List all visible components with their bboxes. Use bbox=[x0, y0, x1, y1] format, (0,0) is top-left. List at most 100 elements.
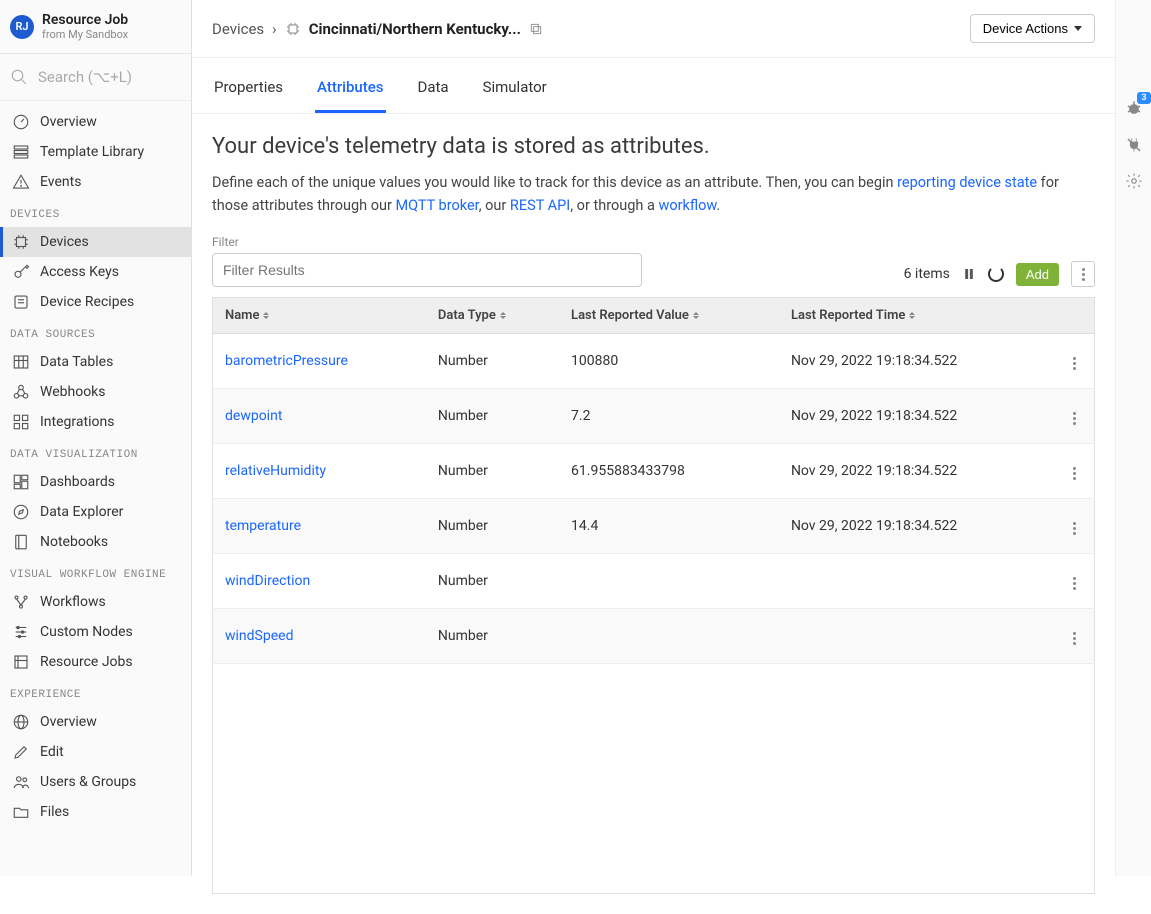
tab-attributes[interactable]: Attributes bbox=[315, 58, 385, 113]
notebook-icon bbox=[12, 533, 30, 551]
gear-icon[interactable] bbox=[1125, 172, 1143, 190]
attribute-name-link[interactable]: relativeHumidity bbox=[225, 463, 326, 479]
row-menu-button[interactable] bbox=[1069, 408, 1080, 429]
link-rest-api[interactable]: REST API bbox=[510, 197, 570, 214]
sidebar-item-integrations[interactable]: Integrations bbox=[0, 407, 191, 437]
link-workflow[interactable]: workflow bbox=[658, 197, 716, 214]
sidebar-item-label: Dashboards bbox=[40, 474, 115, 490]
link-reporting-state[interactable]: reporting device state bbox=[897, 174, 1037, 191]
col-name[interactable]: Name bbox=[213, 298, 426, 334]
edit-icon bbox=[12, 743, 30, 761]
link-mqtt-broker[interactable]: MQTT broker bbox=[396, 197, 479, 214]
cell-last-time: Nov 29, 2022 19:18:34.522 bbox=[779, 389, 1055, 444]
globe-icon bbox=[12, 713, 30, 731]
attribute-name-link[interactable]: barometricPressure bbox=[225, 353, 348, 369]
row-menu-button[interactable] bbox=[1069, 628, 1080, 649]
sidebar-item-notebooks[interactable]: Notebooks bbox=[0, 527, 191, 557]
dots-vertical-icon bbox=[1078, 264, 1089, 285]
sidebar-item-exp-edit[interactable]: Edit bbox=[0, 737, 191, 767]
tab-simulator[interactable]: Simulator bbox=[481, 58, 549, 113]
sidebar-item-label: Notebooks bbox=[40, 534, 108, 550]
section-devices: DEVICES bbox=[0, 197, 191, 227]
cell-data-type: Number bbox=[426, 444, 559, 499]
cell-last-time bbox=[779, 554, 1055, 609]
chevron-down-icon bbox=[1074, 26, 1082, 31]
attribute-name-link[interactable]: dewpoint bbox=[225, 408, 282, 424]
cell-data-type: Number bbox=[426, 334, 559, 389]
search-bar[interactable]: Search (⌥+L) bbox=[0, 54, 191, 101]
sidebar-item-template-library[interactable]: Template Library bbox=[0, 137, 191, 167]
col-label: Name bbox=[225, 308, 259, 323]
sidebar-item-data-tables[interactable]: Data Tables bbox=[0, 347, 191, 377]
tabs: Properties Attributes Data Simulator bbox=[192, 58, 1115, 114]
breadcrumb: Devices › Cincinnati/Northern Kentucky..… bbox=[212, 20, 543, 38]
table-icon bbox=[12, 353, 30, 371]
sidebar-item-files[interactable]: Files bbox=[0, 797, 191, 827]
sidebar-item-label: Workflows bbox=[40, 594, 106, 610]
attributes-table: Name Data Type Last Reported Value Last … bbox=[212, 297, 1095, 664]
plug-off-icon[interactable] bbox=[1125, 136, 1143, 154]
sidebar-item-label: Access Keys bbox=[40, 264, 119, 280]
copy-icon[interactable] bbox=[529, 22, 543, 36]
tab-properties[interactable]: Properties bbox=[212, 58, 285, 113]
sidebar-item-label: Devices bbox=[40, 234, 89, 250]
sidebar-item-data-explorer[interactable]: Data Explorer bbox=[0, 497, 191, 527]
add-button[interactable]: Add bbox=[1016, 263, 1059, 286]
sidebar-item-label: Overview bbox=[40, 114, 97, 130]
table-row: dewpointNumber7.2Nov 29, 2022 19:18:34.5… bbox=[213, 389, 1095, 444]
nodes-icon bbox=[12, 623, 30, 641]
cell-last-value bbox=[559, 554, 779, 609]
row-menu-button[interactable] bbox=[1069, 463, 1080, 484]
table-row: windSpeedNumber bbox=[213, 609, 1095, 664]
col-data-type[interactable]: Data Type bbox=[426, 298, 559, 334]
cell-last-time: Nov 29, 2022 19:18:34.522 bbox=[779, 334, 1055, 389]
sidebar-item-overview[interactable]: Overview bbox=[0, 107, 191, 137]
sidebar-item-access-keys[interactable]: Access Keys bbox=[0, 257, 191, 287]
sidebar-item-custom-nodes[interactable]: Custom Nodes bbox=[0, 617, 191, 647]
section-workflow-engine: VISUAL WORKFLOW ENGINE bbox=[0, 557, 191, 587]
col-last-value[interactable]: Last Reported Value bbox=[559, 298, 779, 334]
desc-text: , our bbox=[479, 197, 510, 214]
filter-label: Filter bbox=[212, 235, 642, 249]
sidebar-item-devices[interactable]: Devices bbox=[0, 227, 191, 257]
users-icon bbox=[12, 773, 30, 791]
breadcrumb-current: Cincinnati/Northern Kentucky... bbox=[309, 20, 521, 38]
debug-icon[interactable]: 3 bbox=[1125, 100, 1143, 118]
section-experience: EXPERIENCE bbox=[0, 677, 191, 707]
integration-icon bbox=[12, 413, 30, 431]
pause-icon[interactable] bbox=[962, 267, 976, 281]
attribute-name-link[interactable]: windSpeed bbox=[225, 628, 293, 644]
breadcrumb-separator: › bbox=[272, 20, 277, 38]
sidebar-item-dashboards[interactable]: Dashboards bbox=[0, 467, 191, 497]
workspace-header[interactable]: RJ Resource Job from My Sandbox bbox=[0, 0, 191, 54]
cell-data-type: Number bbox=[426, 499, 559, 554]
topbar: Devices › Cincinnati/Northern Kentucky..… bbox=[192, 0, 1115, 58]
search-placeholder: Search (⌥+L) bbox=[38, 68, 132, 86]
sidebar-item-users-groups[interactable]: Users & Groups bbox=[0, 767, 191, 797]
item-count: 6 items bbox=[904, 266, 950, 282]
row-menu-button[interactable] bbox=[1069, 573, 1080, 594]
sidebar-item-label: Events bbox=[40, 174, 81, 190]
table-row: barometricPressureNumber100880Nov 29, 20… bbox=[213, 334, 1095, 389]
sidebar-item-events[interactable]: Events bbox=[0, 167, 191, 197]
row-menu-button[interactable] bbox=[1069, 353, 1080, 374]
loading-spinner-icon bbox=[988, 266, 1004, 282]
attribute-name-link[interactable]: windDirection bbox=[225, 573, 310, 589]
col-last-time[interactable]: Last Reported Time bbox=[779, 298, 1055, 334]
more-options-button[interactable] bbox=[1071, 261, 1095, 287]
page-heading: Your device's telemetry data is stored a… bbox=[212, 134, 1095, 159]
sidebar-item-workflows[interactable]: Workflows bbox=[0, 587, 191, 617]
filter-input[interactable] bbox=[212, 253, 642, 287]
chip-icon bbox=[12, 233, 30, 251]
row-menu-button[interactable] bbox=[1069, 518, 1080, 539]
tab-data[interactable]: Data bbox=[416, 58, 451, 113]
breadcrumb-root[interactable]: Devices bbox=[212, 20, 264, 38]
sidebar-item-webhooks[interactable]: Webhooks bbox=[0, 377, 191, 407]
main: Devices › Cincinnati/Northern Kentucky..… bbox=[192, 0, 1115, 876]
sidebar-item-exp-overview[interactable]: Overview bbox=[0, 707, 191, 737]
sidebar-item-resource-jobs[interactable]: Resource Jobs bbox=[0, 647, 191, 677]
attribute-name-link[interactable]: temperature bbox=[225, 518, 301, 534]
sidebar-item-device-recipes[interactable]: Device Recipes bbox=[0, 287, 191, 317]
device-actions-button[interactable]: Device Actions bbox=[970, 14, 1095, 43]
notification-badge: 3 bbox=[1137, 92, 1150, 104]
